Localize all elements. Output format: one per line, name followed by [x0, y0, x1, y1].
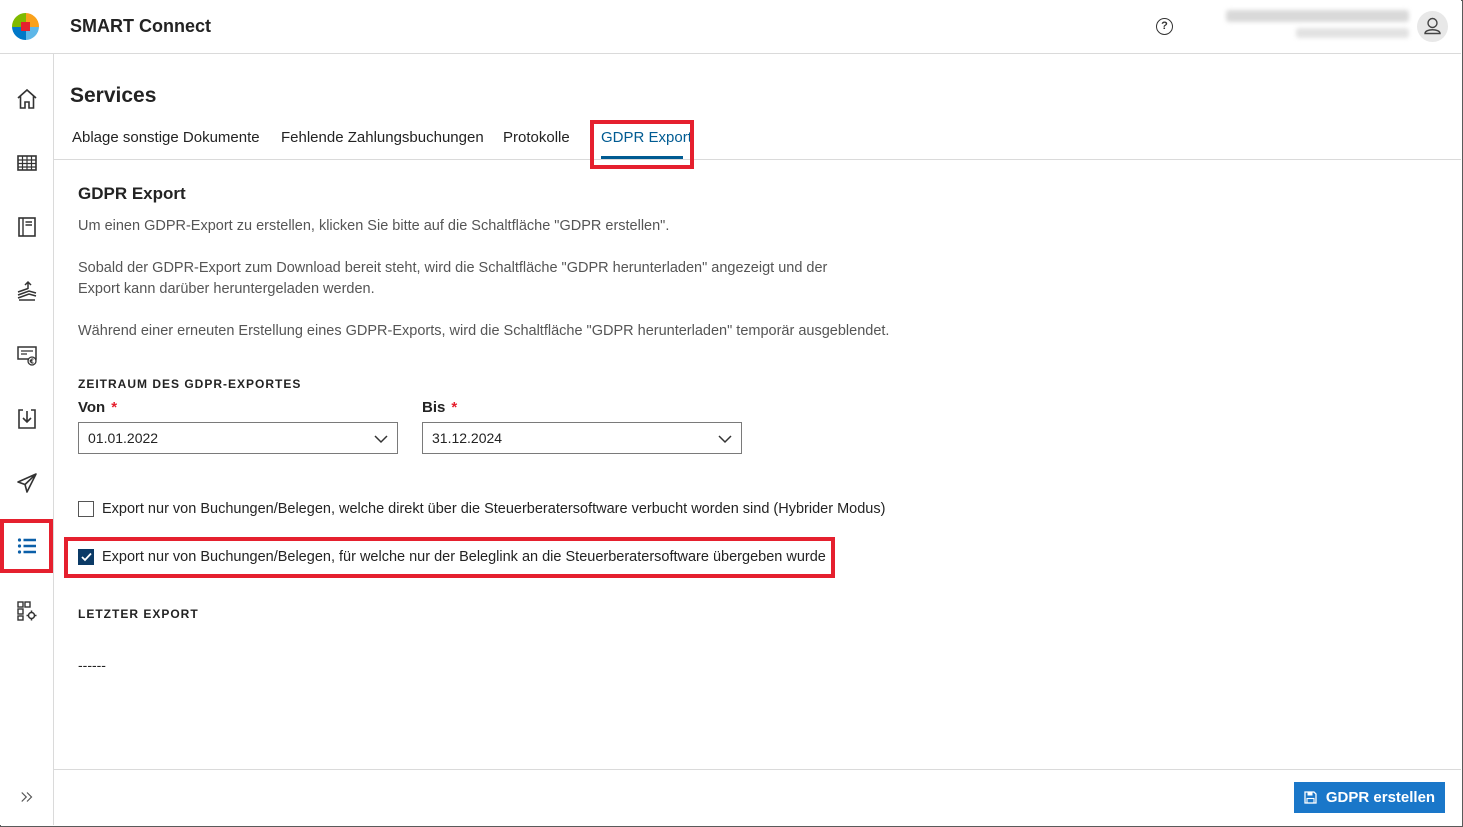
tab-bar: Ablage sonstige Dokumente Fehlende Zahlu… — [54, 118, 1461, 160]
footer-bar — [54, 769, 1461, 825]
chevron-down-icon — [374, 435, 388, 444]
sidebar-item-invoice[interactable] — [0, 330, 53, 380]
page-title: Services — [70, 84, 157, 107]
to-date-select[interactable]: 31.12.2024 — [422, 422, 742, 454]
checkbox-highlight-box — [64, 537, 835, 578]
description-paragraph-2: Sobald der GDPR-Export zum Download bere… — [78, 260, 828, 297]
from-label: Von * — [78, 399, 117, 416]
gdpr-create-label: GDPR erstellen — [1325, 789, 1436, 806]
download-icon — [17, 409, 36, 429]
last-export-value: ------ — [78, 657, 106, 673]
sidebar-item-ledger[interactable] — [0, 202, 53, 252]
last-export-heading: LETZTER EXPORT — [78, 607, 199, 621]
tab-protokolle[interactable]: Protokolle — [503, 129, 570, 146]
from-label-text: Von — [78, 399, 106, 416]
chevron-down-icon — [718, 435, 732, 444]
table-icon — [16, 155, 37, 171]
home-icon — [16, 88, 37, 109]
required-marker: * — [451, 399, 458, 416]
required-marker: * — [111, 399, 118, 416]
sidebar-item-settings[interactable] — [0, 586, 53, 636]
user-name-redacted — [1226, 10, 1409, 22]
description-paragraph-3: Während einer erneuten Erstellung eines … — [78, 323, 890, 339]
top-bar: SMART Connect ? — [0, 0, 1461, 54]
user-subtitle-redacted — [1296, 28, 1409, 38]
settings-grid-icon — [16, 601, 36, 621]
sidebar-item-services[interactable] — [0, 519, 53, 573]
euro-invoice-icon — [16, 346, 37, 366]
tab-ablage-sonstige-dokumente[interactable]: Ablage sonstige Dokumente — [72, 129, 260, 146]
send-icon — [16, 473, 37, 493]
from-date-select[interactable]: 01.01.2022 — [78, 422, 398, 454]
avatar[interactable] — [1417, 11, 1448, 42]
help-icon[interactable]: ? — [1156, 18, 1173, 35]
ledger-icon — [17, 217, 36, 237]
tab-fehlende-zahlungsbuchungen[interactable]: Fehlende Zahlungsbuchungen — [281, 129, 484, 146]
tab-highlight-box — [590, 120, 694, 169]
gdpr-create-button[interactable]: GDPR erstellen — [1294, 782, 1445, 813]
sidebar-item-download[interactable] — [0, 394, 53, 444]
period-heading: ZEITRAUM DES GDPR-EXPORTES — [78, 377, 302, 391]
sidebar-item-table[interactable] — [0, 138, 53, 188]
to-label-text: Bis — [422, 399, 446, 416]
list-icon — [17, 538, 36, 554]
description-paragraph-1: Um einen GDPR-Export zu erstellen, klick… — [78, 218, 670, 234]
sidebar-expand-button[interactable] — [0, 772, 53, 822]
hybrid-mode-label[interactable]: Export nur von Buchungen/Belegen, welche… — [102, 501, 885, 517]
to-label: Bis * — [422, 399, 457, 416]
sidebar — [0, 54, 54, 825]
expand-icon — [20, 792, 32, 802]
hybrid-mode-checkbox[interactable] — [78, 501, 94, 517]
logo-icon — [12, 13, 39, 40]
from-date-value: 01.01.2022 — [88, 430, 159, 446]
section-title: GDPR Export — [78, 184, 186, 203]
sidebar-item-home[interactable] — [0, 74, 53, 124]
to-date-value: 31.12.2024 — [432, 430, 503, 446]
sidebar-item-send[interactable] — [0, 458, 53, 508]
save-icon — [1304, 791, 1317, 804]
app-title: SMART Connect — [70, 16, 211, 36]
sidebar-item-stack[interactable] — [0, 266, 53, 316]
stack-upload-icon — [17, 280, 36, 301]
